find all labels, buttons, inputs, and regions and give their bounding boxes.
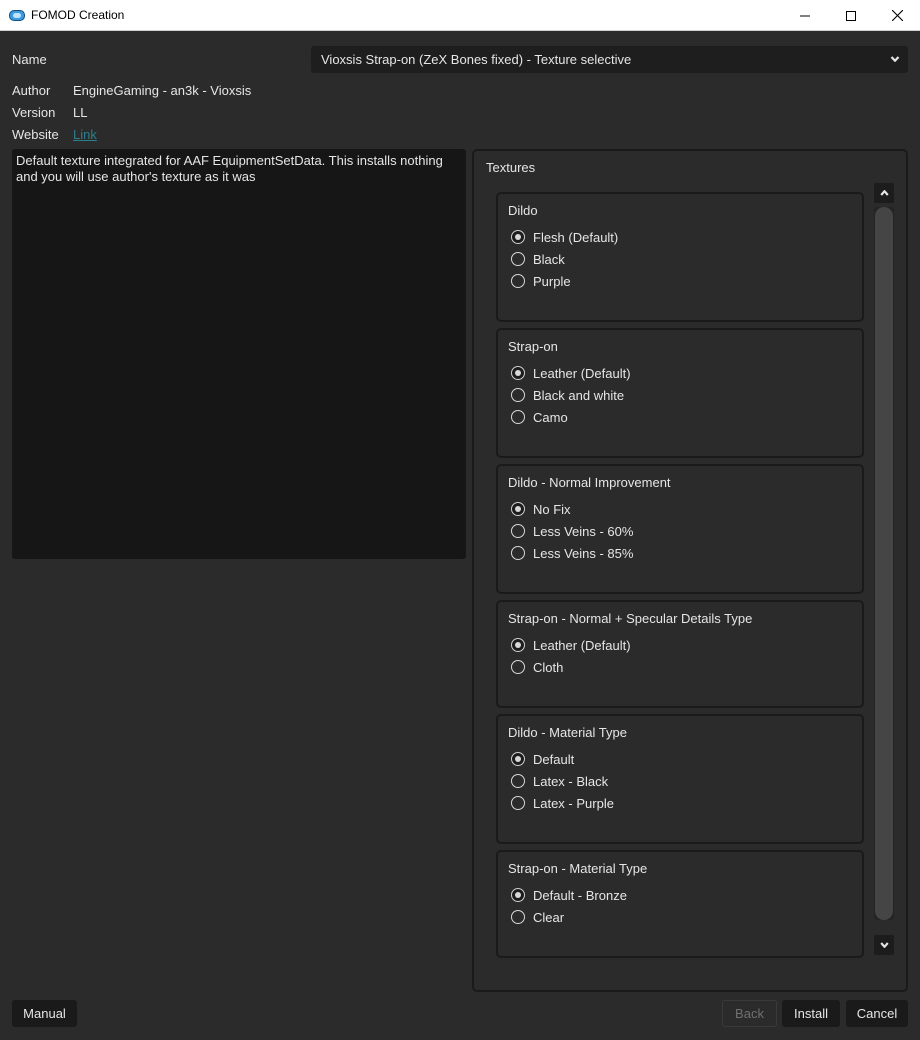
version-label: Version	[12, 105, 56, 120]
close-button[interactable]	[874, 0, 920, 31]
option-label: Less Veins - 85%	[533, 545, 634, 561]
textures-scrollbar[interactable]	[874, 183, 894, 957]
window-controls	[782, 0, 920, 31]
option-radio[interactable]: Default - Bronze	[511, 886, 627, 904]
name-label: Name	[12, 52, 47, 67]
option-label: Latex - Purple	[533, 795, 614, 811]
option-radio[interactable]: No Fix	[511, 500, 571, 518]
option-radio[interactable]: Leather (Default)	[511, 364, 631, 382]
scrollbar-thumb[interactable]	[875, 207, 893, 920]
description-box: Default texture integrated for AAF Equip…	[12, 149, 466, 559]
group-dildo: Dildo Flesh (Default) Black Purple	[496, 192, 864, 322]
install-button[interactable]: Install	[782, 1000, 840, 1027]
group-title: Strap-on - Material Type	[508, 861, 648, 876]
cancel-button[interactable]: Cancel	[846, 1000, 908, 1027]
back-button[interactable]: Back	[722, 1000, 777, 1027]
group-title: Dildo - Normal Improvement	[508, 475, 671, 490]
name-select[interactable]: Vioxsis Strap-on (ZeX Bones fixed) - Tex…	[311, 46, 908, 73]
option-label: Less Veins - 60%	[533, 523, 634, 539]
option-label: Flesh (Default)	[533, 229, 619, 245]
option-radio[interactable]: Cloth	[511, 658, 563, 676]
option-radio[interactable]: Latex - Black	[511, 772, 608, 790]
name-select-value: Vioxsis Strap-on (ZeX Bones fixed) - Tex…	[321, 52, 632, 67]
minimize-icon	[800, 15, 810, 16]
minimize-button[interactable]	[782, 0, 828, 31]
radio-button[interactable]	[511, 524, 525, 538]
radio-button[interactable]	[511, 388, 525, 402]
close-icon	[891, 10, 903, 21]
group-dildo-material-type: Dildo - Material Type Default Latex - Bl…	[496, 714, 864, 844]
radio-button[interactable]	[511, 366, 525, 380]
option-radio[interactable]: Leather (Default)	[511, 636, 631, 654]
textures-title: Textures	[486, 160, 536, 175]
website-link[interactable]: Link	[73, 127, 97, 142]
option-label: Cloth	[533, 659, 564, 675]
title-bar: FOMOD Creation	[0, 0, 920, 31]
option-label: Leather (Default)	[533, 365, 631, 381]
group-title: Dildo - Material Type	[508, 725, 627, 740]
option-radio[interactable]: Default	[511, 750, 574, 768]
radio-button[interactable]	[511, 230, 525, 244]
radio-button[interactable]	[511, 752, 525, 766]
option-radio[interactable]: Black	[511, 250, 565, 268]
option-label: No Fix	[533, 501, 571, 517]
radio-button[interactable]	[511, 410, 525, 424]
group-strap-on: Strap-on Leather (Default) Black and whi…	[496, 328, 864, 458]
chevron-up-icon	[879, 190, 889, 196]
radio-button[interactable]	[511, 252, 525, 266]
author-label: Author	[12, 83, 51, 98]
version-value: LL	[73, 105, 88, 120]
option-label: Black	[533, 251, 565, 267]
window-title: FOMOD Creation	[31, 8, 125, 22]
option-label: Clear	[533, 909, 565, 925]
option-radio[interactable]: Black and white	[511, 386, 624, 404]
group-dildo-normal-improvement: Dildo - Normal Improvement No Fix Less V…	[496, 464, 864, 594]
option-label: Default - Bronze	[533, 887, 627, 903]
option-label: Latex - Black	[533, 773, 609, 789]
website-label: Website	[12, 127, 59, 142]
radio-button[interactable]	[511, 910, 525, 924]
group-strap-on-material-type: Strap-on - Material Type Default - Bronz…	[496, 850, 864, 958]
option-label: Black and white	[533, 387, 625, 403]
author-value: EngineGaming - an3k - Vioxsis	[73, 83, 252, 98]
scroll-down-button[interactable]	[874, 935, 894, 955]
maximize-icon	[846, 10, 856, 21]
radio-button[interactable]	[511, 774, 525, 788]
option-label: Purple	[533, 273, 571, 289]
scroll-up-button[interactable]	[874, 183, 894, 203]
option-label: Default	[533, 751, 575, 767]
radio-button[interactable]	[511, 888, 525, 902]
maximize-button[interactable]	[828, 0, 874, 31]
radio-button[interactable]	[511, 274, 525, 288]
option-label: Camo	[533, 409, 568, 425]
group-strap-on-normal-specular: Strap-on - Normal + Specular Details Typ…	[496, 600, 864, 708]
group-title: Strap-on - Normal + Specular Details Typ…	[508, 611, 753, 626]
manual-button[interactable]: Manual	[12, 1000, 77, 1027]
radio-button[interactable]	[511, 638, 525, 652]
fomod-app-icon	[9, 9, 25, 21]
radio-button[interactable]	[511, 660, 525, 674]
radio-button[interactable]	[511, 502, 525, 516]
group-title: Dildo	[508, 203, 538, 218]
option-radio[interactable]: Flesh (Default)	[511, 228, 618, 246]
radio-button[interactable]	[511, 796, 525, 810]
option-radio[interactable]: Camo	[511, 408, 568, 426]
scrollbar-track[interactable]	[874, 207, 894, 920]
option-radio[interactable]: Purple	[511, 272, 571, 290]
group-title: Strap-on	[508, 339, 558, 354]
chevron-down-icon	[879, 942, 889, 948]
option-radio[interactable]: Clear	[511, 908, 564, 926]
option-label: Leather (Default)	[533, 637, 631, 653]
option-radio[interactable]: Less Veins - 85%	[511, 544, 633, 562]
option-radio[interactable]: Latex - Purple	[511, 794, 614, 812]
chevron-down-icon	[890, 56, 900, 62]
option-radio[interactable]: Less Veins - 60%	[511, 522, 633, 540]
radio-button[interactable]	[511, 546, 525, 560]
